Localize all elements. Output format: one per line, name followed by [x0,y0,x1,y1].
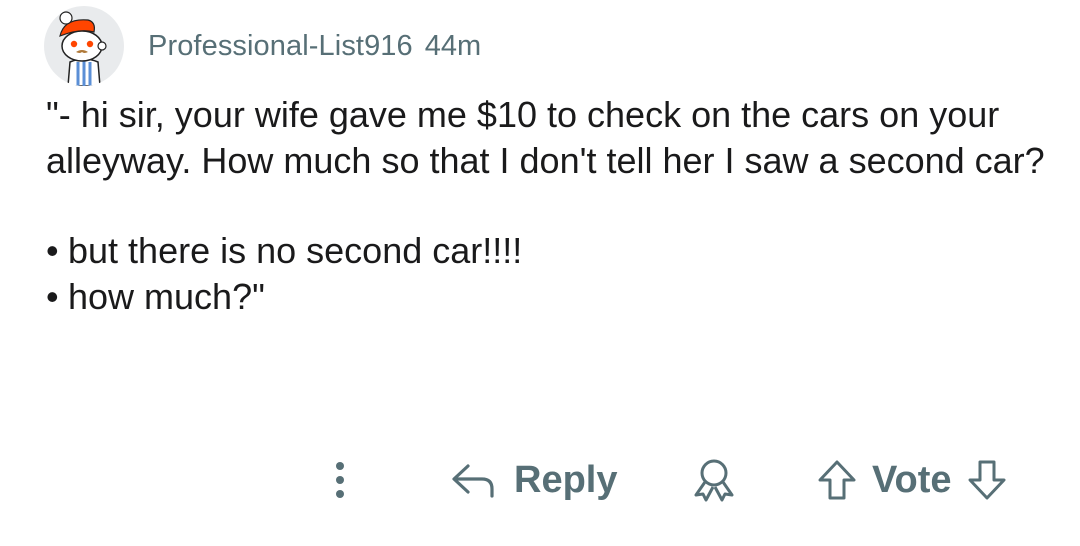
comment-age: 44m [424,29,482,62]
user-avatar[interactable] [44,6,124,86]
bullet-item: • how much?" [46,274,1046,320]
award-icon [690,457,738,503]
downvote-arrow-icon[interactable] [966,458,1008,502]
vertical-dots-icon [334,460,346,500]
bullet-dot: • [46,230,59,271]
award-button[interactable] [690,440,738,520]
reply-arrow-icon [450,460,496,500]
comment-action-bar: Reply Vote [0,440,1080,520]
vote-label: Vote [872,458,952,501]
more-options-button[interactable] [320,440,360,520]
snoo-avatar-icon [59,11,107,86]
bullet-text: but there is no second car!!!! [68,230,523,271]
vote-control: Vote [816,440,1008,520]
comment-body: "- hi sir, your wife gave me $10 to chec… [46,92,1046,319]
bullet-item: • but there is no second car!!!! [46,228,1046,274]
bullet-text: how much?" [68,275,265,317]
username[interactable]: Professional-List916 [148,30,413,63]
upvote-arrow-icon[interactable] [816,458,858,502]
comment-header: Professional-List916 44m [44,6,481,86]
reply-label: Reply [514,458,618,501]
bullet-dot: • [46,275,59,317]
reply-button[interactable]: Reply [450,440,617,520]
comment-paragraph: "- hi sir, your wife gave me $10 to chec… [46,94,1045,181]
